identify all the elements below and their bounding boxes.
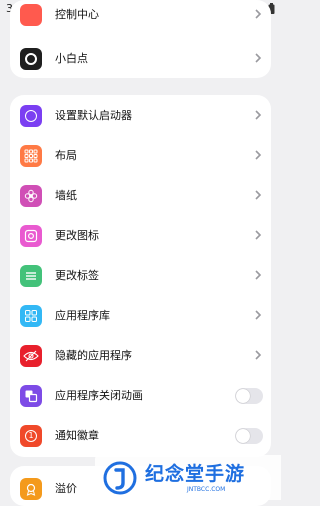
- watermark-title: 纪念堂手游: [145, 463, 246, 485]
- chevron-right-icon: [255, 9, 262, 19]
- row-layout[interactable]: 布局: [10, 135, 271, 175]
- row-label: 小白点: [55, 52, 88, 65]
- chevron-right-icon: [255, 350, 262, 360]
- row-close-animation: 应用程序关闭动画: [10, 375, 271, 415]
- row-wallpaper[interactable]: 墙纸: [10, 175, 271, 215]
- main-settings-card: 设置默认启动器 布局 墙纸 更改图标 更改标签 应用程序库 隐藏的应用程序 应用…: [10, 95, 271, 457]
- row-label: 隐藏的应用程序: [55, 349, 132, 362]
- watermark-subtitle: JNTBCC.COM: [187, 486, 226, 493]
- chevron-right-icon: [255, 110, 262, 120]
- chevron-right-icon: [255, 310, 262, 320]
- row-label: 应用程序关闭动画: [55, 389, 143, 402]
- grid-icon: [20, 145, 42, 167]
- chevron-right-icon: [255, 270, 262, 280]
- row-change-icon[interactable]: 更改图标: [10, 215, 271, 255]
- row-label: 更改标签: [55, 269, 99, 282]
- site-watermark: 纪念堂手游 JNTBCC.COM: [95, 455, 281, 500]
- row-set-default-launcher[interactable]: 设置默认启动器: [10, 95, 271, 135]
- premium-icon: [20, 478, 42, 500]
- row-label: 设置默认启动器: [55, 109, 132, 122]
- notification-badge-toggle[interactable]: [235, 428, 263, 444]
- row-label: 更改图标: [55, 229, 99, 242]
- row-hidden-apps[interactable]: 隐藏的应用程序: [10, 335, 271, 375]
- row-label: 墙纸: [55, 189, 77, 202]
- four-squares-icon: [20, 305, 42, 327]
- lines-icon: [20, 265, 42, 287]
- row-notification-badge: 1 通知徽章: [10, 415, 271, 455]
- row-label: 布局: [55, 149, 77, 162]
- chevron-right-icon: [255, 190, 262, 200]
- circle-outline-icon: [20, 105, 42, 127]
- badge-icon: 1: [20, 425, 42, 447]
- control-center-icon: [20, 4, 42, 26]
- watermark-logo-icon: [103, 461, 137, 495]
- assistive-dot-icon: [20, 48, 42, 70]
- row-app-library[interactable]: 应用程序库: [10, 295, 271, 335]
- row-label: 通知徽章: [55, 429, 99, 442]
- windows-icon: [20, 385, 42, 407]
- row-label: 溢价: [55, 482, 77, 495]
- row-label: 应用程序库: [55, 309, 110, 322]
- chevron-right-icon: [255, 53, 262, 63]
- row-assistive-touch[interactable]: 小白点: [10, 38, 271, 78]
- row-control-center[interactable]: 控制中心: [10, 0, 271, 34]
- eye-slash-icon: [20, 345, 42, 367]
- flower-icon: [20, 185, 42, 207]
- row-change-label[interactable]: 更改标签: [10, 255, 271, 295]
- row-label: 控制中心: [55, 8, 99, 21]
- top-settings-card: 控制中心 小白点: [10, 0, 271, 78]
- chevron-right-icon: [255, 150, 262, 160]
- chevron-right-icon: [255, 230, 262, 240]
- close-animation-toggle[interactable]: [235, 388, 263, 404]
- square-target-icon: [20, 225, 42, 247]
